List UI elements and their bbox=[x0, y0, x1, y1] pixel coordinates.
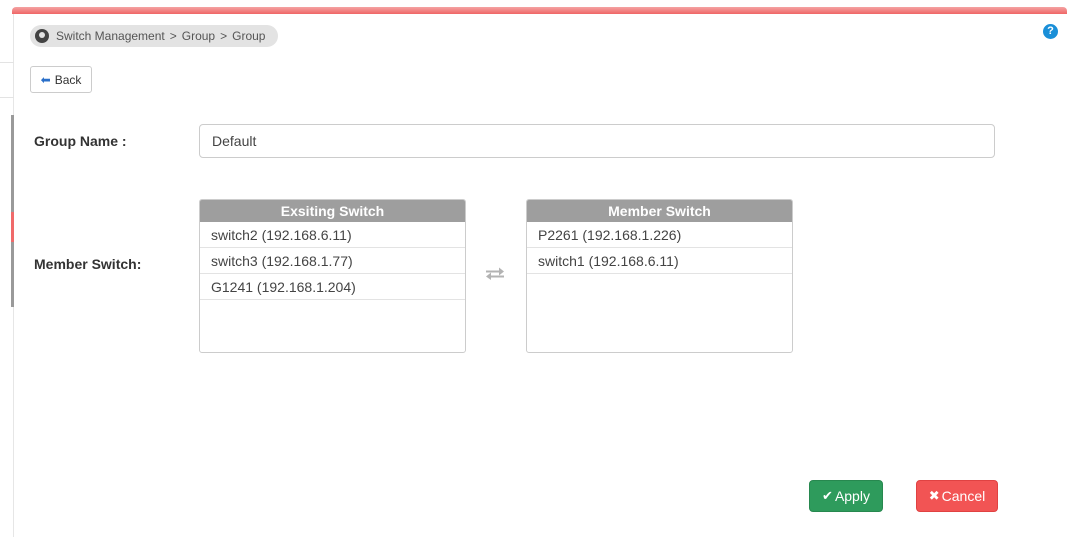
close-icon: ✖ bbox=[928, 488, 940, 503]
check-icon: ✔ bbox=[822, 488, 833, 503]
existing-switch-header: Exsiting Switch bbox=[200, 200, 465, 222]
list-item[interactable]: switch3 (192.168.1.77) bbox=[200, 248, 465, 274]
member-switch-label: Member Switch: bbox=[34, 256, 142, 272]
group-name-label: Group Name : bbox=[34, 133, 127, 149]
sidebar-divider bbox=[0, 62, 14, 63]
breadcrumb: Switch Management > Group > Group bbox=[30, 25, 279, 47]
member-switch-header: Member Switch bbox=[527, 200, 792, 222]
breadcrumb-item[interactable]: Switch Management bbox=[56, 29, 165, 43]
list-item[interactable]: P2261 (192.168.1.226) bbox=[527, 222, 792, 248]
back-button-label: Back bbox=[54, 72, 82, 87]
cancel-button[interactable]: ✖ Cancel bbox=[916, 480, 998, 512]
back-button[interactable]: ⬅ Back bbox=[30, 66, 92, 93]
breadcrumb-item[interactable]: Group bbox=[182, 29, 215, 43]
list-item[interactable]: switch1 (192.168.6.11) bbox=[527, 248, 792, 274]
member-switch-list[interactable]: Member Switch P2261 (192.168.1.226) swit… bbox=[526, 199, 793, 353]
list-item[interactable]: switch2 (192.168.6.11) bbox=[200, 222, 465, 248]
location-pin-icon bbox=[35, 29, 49, 43]
swap-arrows-icon[interactable] bbox=[484, 266, 506, 280]
breadcrumb-item: Group bbox=[232, 29, 266, 43]
group-name-input[interactable] bbox=[199, 124, 995, 158]
apply-button-label: Apply bbox=[834, 488, 870, 504]
apply-button[interactable]: ✔ Apply bbox=[809, 480, 883, 512]
existing-switch-list[interactable]: Exsiting Switch switch2 (192.168.6.11) s… bbox=[199, 199, 466, 353]
arrow-left-icon: ⬅ bbox=[40, 72, 51, 87]
help-icon[interactable]: ? bbox=[1043, 24, 1058, 39]
cancel-button-label: Cancel bbox=[941, 488, 986, 504]
breadcrumb-separator: > bbox=[220, 29, 228, 43]
sidebar-divider bbox=[0, 97, 14, 98]
breadcrumb-separator: > bbox=[169, 29, 177, 43]
list-item[interactable]: G1241 (192.168.1.204) bbox=[200, 274, 465, 300]
